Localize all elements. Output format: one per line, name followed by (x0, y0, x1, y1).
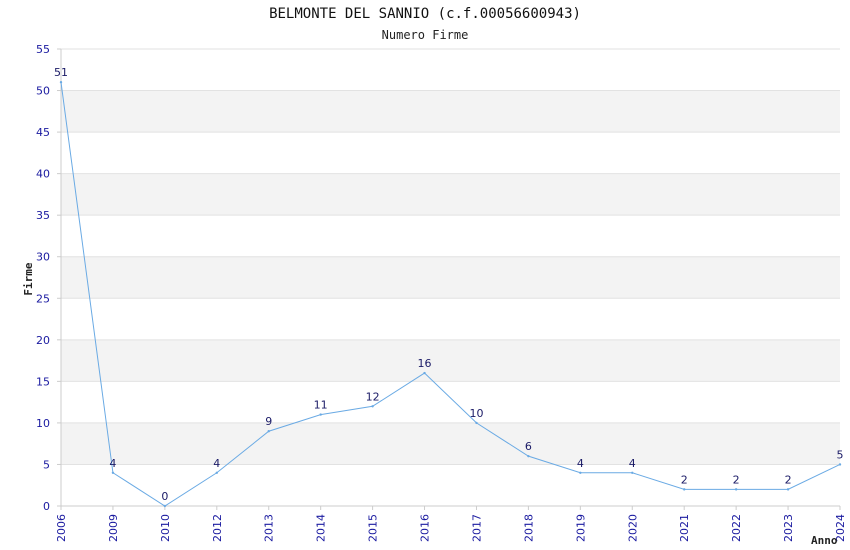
x-tick-label: 2009 (107, 514, 120, 542)
y-tick-label: 35 (36, 209, 50, 222)
x-tick-label: 2006 (55, 514, 68, 542)
line-chart: 0510152025303540455055 2006 2009 2010 2012 2… (22, 43, 847, 547)
x-tick-label: 2012 (211, 514, 224, 542)
data-label: 2 (681, 473, 688, 486)
grid-band (61, 256, 840, 299)
y-tick-label: 50 (36, 85, 50, 98)
grid-band (61, 173, 840, 216)
x-tick-label: 2014 (315, 514, 328, 542)
data-label: 2 (733, 473, 740, 486)
data-point (423, 371, 426, 375)
x-tick-label: 2019 (574, 514, 587, 542)
data-label: 16 (418, 357, 432, 370)
data-point (475, 421, 478, 425)
x-tick-label: 2018 (522, 514, 535, 542)
data-point (786, 488, 790, 491)
data-point (734, 488, 738, 491)
data-point (527, 454, 530, 458)
data-label: 10 (469, 407, 483, 420)
y-tick-label: 15 (36, 375, 50, 388)
x-tick-label: 2021 (678, 514, 691, 542)
data-label: 4 (577, 457, 584, 470)
y-tick-label: 5 (43, 458, 50, 471)
y-tick-label: 25 (36, 292, 50, 305)
data-point (838, 463, 842, 466)
data-label: 11 (314, 399, 328, 412)
data-label: 2 (785, 473, 792, 486)
x-axis-label: Anno (811, 534, 838, 547)
data-label: 12 (366, 390, 380, 403)
grid-band (61, 339, 840, 382)
y-tick-label: 20 (36, 334, 50, 347)
data-label: 4 (109, 457, 116, 470)
x-tick-label: 2010 (159, 514, 172, 542)
y-axis-label: Firme (22, 262, 35, 295)
x-tick-label: 2023 (782, 514, 795, 542)
y-tick-label: 55 (36, 43, 50, 56)
x-tick-label: 2017 (470, 514, 483, 542)
data-point (59, 81, 63, 84)
x-tick-label: 2022 (730, 514, 743, 542)
data-label: 0 (161, 490, 168, 503)
data-point (631, 471, 634, 474)
data-point (579, 471, 582, 474)
y-tick-label: 45 (36, 126, 50, 139)
data-point (163, 504, 167, 508)
data-label: 4 (629, 457, 636, 470)
grid-band (61, 422, 840, 465)
data-point (215, 471, 218, 474)
data-label: 4 (213, 457, 220, 470)
grid-bands (61, 90, 840, 465)
x-tick-label: 2020 (626, 514, 639, 542)
data-label: 6 (525, 440, 532, 453)
data-label: 9 (265, 415, 272, 428)
data-point (111, 471, 115, 474)
data-point (267, 430, 270, 433)
y-tick-labels: 0 5 10 15 20 25 30 35 40 45 50 55 (36, 43, 50, 513)
x-tick-label: 2013 (263, 514, 276, 542)
x-tick-labels: 2006 2009 2010 2012 2013 2014 2015 2016 2017 2018… (55, 514, 847, 542)
x-tick-label: 2016 (419, 514, 432, 542)
data-point (319, 413, 322, 416)
grid-band (61, 90, 840, 133)
data-label: 51 (54, 66, 68, 79)
data-point (683, 488, 686, 491)
y-tick-label: 0 (43, 500, 50, 513)
y-tick-label: 40 (36, 168, 50, 181)
y-tick-label: 30 (36, 251, 50, 264)
y-tick-label: 10 (36, 417, 50, 430)
data-point (371, 405, 374, 408)
x-tick-label: 2015 (367, 514, 380, 542)
data-label: 5 (837, 448, 844, 461)
